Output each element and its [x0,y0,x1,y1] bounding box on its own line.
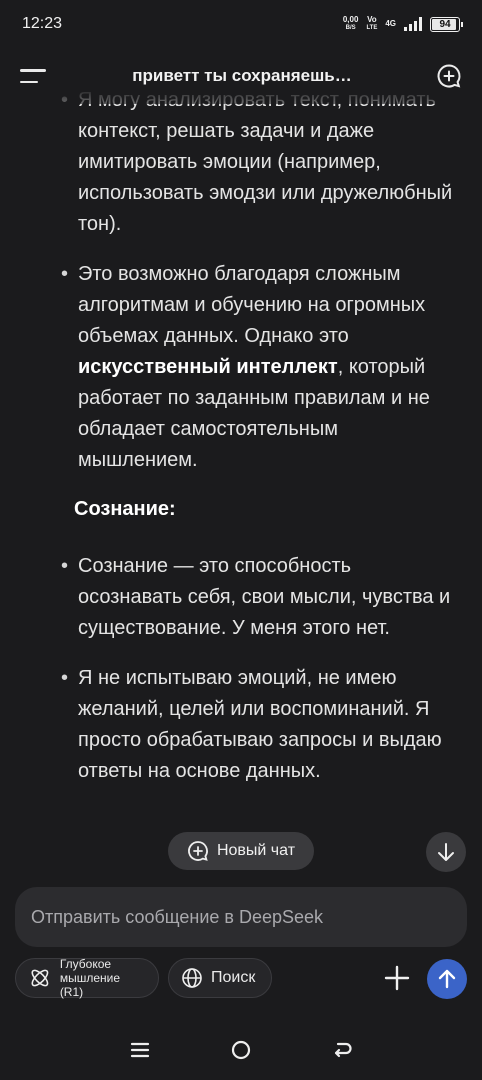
plus-icon[interactable] [382,963,412,993]
system-nav-bar [0,1020,482,1080]
new-chat-icon [188,841,208,861]
arrow-down-icon [438,843,454,861]
new-chat-icon[interactable] [436,63,462,89]
section-heading: Сознание: [74,498,176,520]
back-icon[interactable] [332,1041,352,1059]
chat-title: приветт ты сохраняешь… [132,66,352,85]
chat-header: приветт ты сохраняешь… [0,48,482,104]
new-chat-label: Новый чат [216,842,296,859]
search-label: Поиск [211,969,256,986]
search-toggle[interactable]: Поиск [168,958,272,998]
menu-icon[interactable] [20,66,48,86]
status-icons: 0,00 B/S Vo LTE 4G 94 [342,15,463,32]
new-chat-button[interactable]: Новый чат [168,832,314,870]
list-item: Это возможно благодаря сложным алгоритма… [61,259,458,476]
atom-icon [31,969,49,987]
message-input[interactable] [31,906,451,928]
message-content: Я могу анализировать текст, понимать кон… [0,92,482,882]
battery-level: 94 [439,18,451,30]
status-time: 12:23 [22,15,63,32]
send-button[interactable] [427,959,467,999]
message-input-container[interactable] [15,887,467,947]
deep-think-label: Глубокое мышление (R1) [59,957,120,999]
list-item: Сознание — это способность осознавать се… [61,551,458,644]
list-item: Я могу анализировать текст, понимать кон… [61,92,458,240]
home-icon[interactable] [231,1040,251,1060]
arrow-up-icon [438,969,456,989]
signal-icon [404,17,422,31]
scroll-down-button[interactable] [426,832,466,872]
globe-icon [182,968,202,988]
net-speed: 0,00 B/S [342,15,359,32]
recent-apps-icon[interactable] [130,1041,150,1059]
status-bar: 12:23 0,00 B/S Vo LTE 4G 94 [0,0,482,48]
input-toolbar: Глубокое мышление (R1) Поиск [0,957,482,1000]
volte-indicator: Vo LTE [366,15,378,32]
deep-think-toggle[interactable]: Глубокое мышление (R1) [15,957,159,999]
battery-icon: 94 [430,16,463,32]
network-type: 4G [385,19,396,28]
list-item: Я не испытываю эмоций, не имею желаний, … [61,663,458,787]
